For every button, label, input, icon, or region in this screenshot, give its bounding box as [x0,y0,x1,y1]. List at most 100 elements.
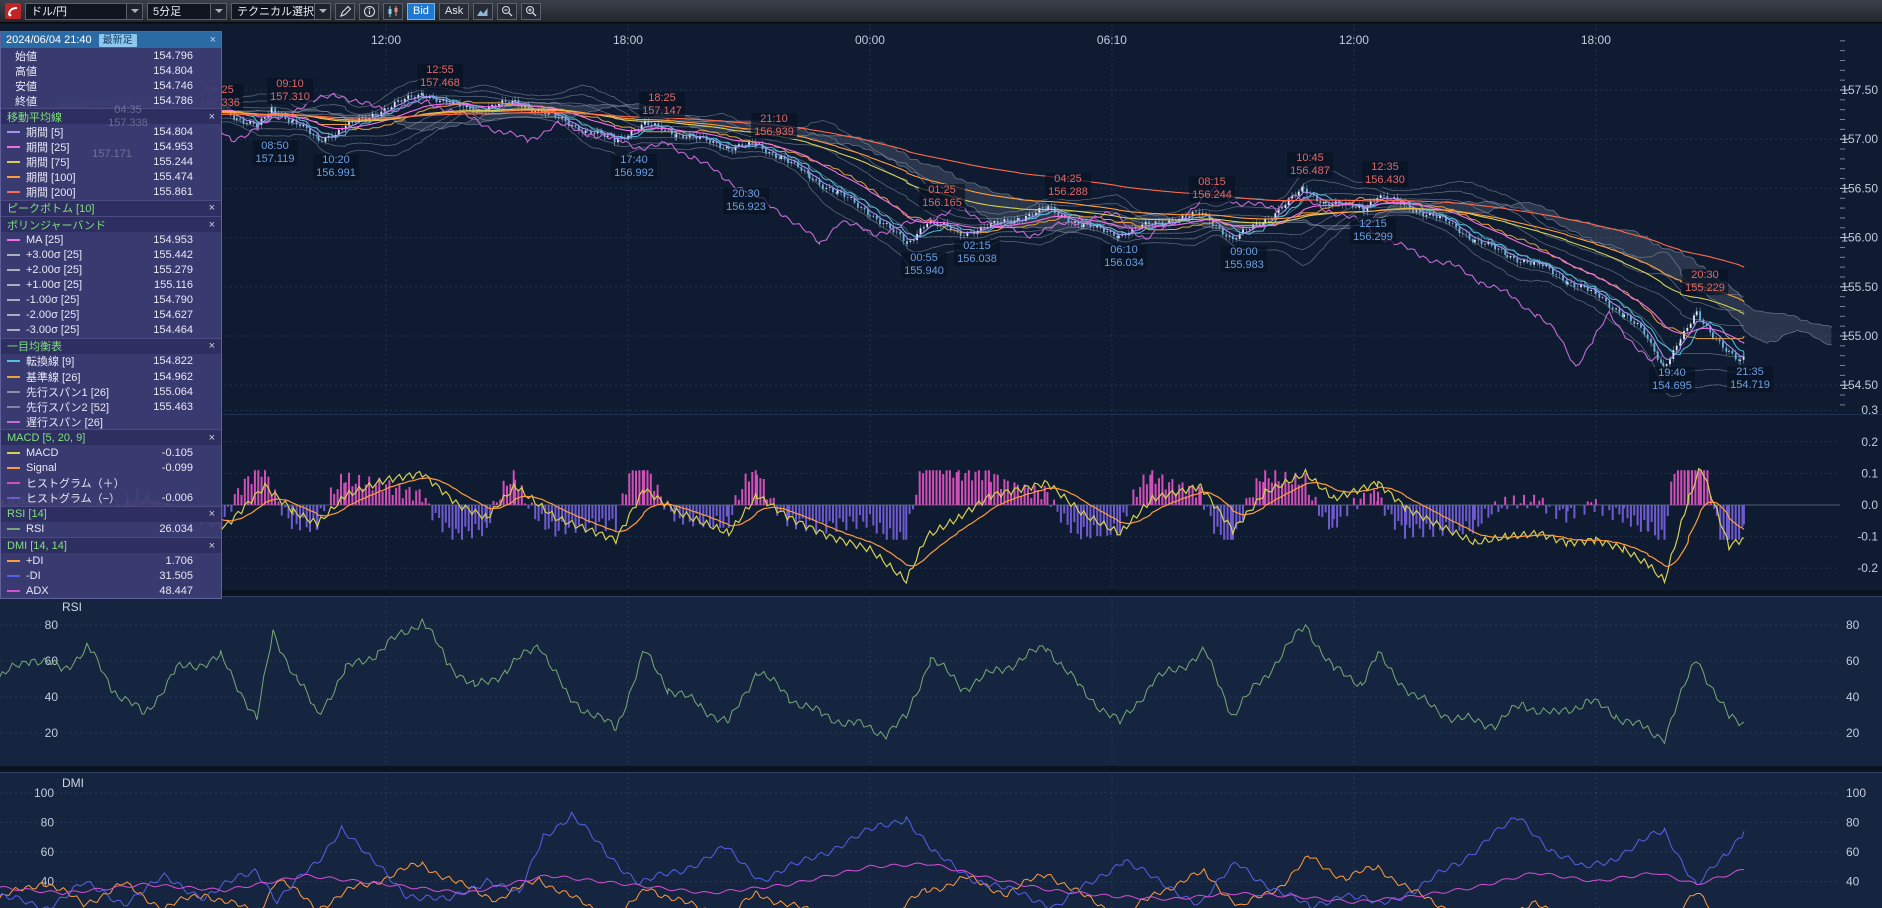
indicator-value: 155.861 [153,186,215,198]
close-indicator-button[interactable]: × [203,202,215,214]
color-swatch [7,391,20,393]
indicator-value: -0.006 [162,492,215,504]
indicator-value: 155.244 [153,156,215,168]
chart-canvas[interactable]: 12:0018:0000:0006:1012:0018:00157.50157.… [0,0,1882,908]
indicator-row: ヒストグラム（＋） [1,476,221,491]
indicator-label: 期間 [5] [26,124,63,140]
dmi-axis-label: 80 [41,816,55,830]
dmi-axis-label: 100 [34,786,54,800]
close-indicator-button[interactable]: × [203,508,215,520]
indicator-section-header: ボリンジャーバンド× [1,216,221,232]
bid-button[interactable]: Bid [407,3,435,20]
indicator-value: 155.474 [153,171,215,183]
color-swatch [7,421,20,423]
indicator-value: -0.105 [162,447,215,459]
chart-type-button[interactable] [383,3,403,20]
indicator-row: +2.00σ [25] 155.279 [1,262,221,277]
color-swatch [7,406,20,408]
info-button[interactable] [359,3,379,20]
zoom-out-icon [501,5,514,18]
indicator-row: ヒストグラム（−） -0.006 [1,491,221,506]
color-swatch [7,131,20,133]
rsi-axis-label: 80 [1846,618,1860,632]
zoom-out-button[interactable] [497,3,517,20]
indicator-value: 154.953 [153,234,215,246]
chevron-down-icon [314,4,330,19]
indicator-row: +1.00σ [25] 155.116 [1,277,221,292]
color-swatch [7,452,20,454]
indicator-label: 終値 [15,93,37,109]
color-swatch [7,560,20,562]
indicator-label: ヒストグラム（＋） [26,475,125,491]
color-swatch [7,161,20,163]
rsi-axis-label: 20 [1846,726,1860,740]
indicator-value: 31.505 [159,570,215,582]
indicator-row: 先行スパン1 [26]155.064 [1,384,221,399]
indicator-value: 154.953 [153,141,215,153]
indicator-label: 先行スパン2 [52] [26,399,109,415]
timeframe-label: 5分足 [148,3,210,19]
color-swatch [7,497,20,499]
indicator-row: +DI1.706 [1,553,221,568]
time-axis-label: 18:00 [1581,33,1611,47]
close-indicator-button[interactable]: × [203,111,215,123]
indicator-label: 高値 [15,63,37,79]
indicator-label: -DI [26,570,41,582]
indicator-label: 安値 [15,78,37,94]
indicator-label: 先行スパン1 [26] [26,384,109,400]
rsi-axis-label: 80 [45,618,59,632]
color-swatch [7,482,20,484]
indicator-label: ヒストグラム（−） [26,490,120,506]
color-swatch [7,360,20,362]
indicator-value: 26.034 [159,523,215,535]
price-axis-label: 156.50 [1841,181,1878,195]
indicator-section-title: 一目均衡表 [7,338,62,354]
color-swatch [7,528,20,530]
indicator-label: +2.00σ [25] [26,264,82,276]
close-indicator-button[interactable]: × [203,340,215,352]
indicator-section-header: MACD [5, 20, 9]× [1,429,221,445]
indicator-section-title: ピークボトム [10] [7,200,94,216]
timeframe-select[interactable]: 5分足 [147,3,227,20]
indicator-row: 始値154.796 [1,48,221,63]
indicator-section-title: DMI [14, 14] [7,540,67,552]
info-icon [363,5,376,18]
indicator-value: 155.116 [154,279,215,291]
indicator-section-header: RSI [14]× [1,506,221,522]
indicator-row: ADX48.447 [1,583,221,598]
price-axis-label: 157.00 [1841,132,1878,146]
color-swatch [7,269,20,271]
indicator-row: -DI 31.505 [1,568,221,583]
indicator-label: +1.00σ [25] [26,279,82,291]
price-axis-label: 154.50 [1841,378,1878,392]
indicator-label: MACD [26,447,58,459]
indicator-label: RSI [26,523,44,535]
close-panel-button[interactable]: × [204,34,216,46]
indicator-row: 先行スパン2 [52]155.463 [1,399,221,414]
indicator-row: 転換線 [9]154.822 [1,354,221,369]
indicator-value: 48.447 [159,585,215,597]
indicator-row: 期間 [75]155.244 [1,155,221,170]
indicator-row: 基準線 [26]154.962 [1,369,221,384]
technical-label: テクニカル選択 [232,3,314,19]
technical-select-button[interactable]: テクニカル選択 [231,3,331,20]
close-indicator-button[interactable]: × [203,432,215,444]
close-indicator-button[interactable]: × [203,540,215,552]
ask-button[interactable]: Ask [439,3,469,20]
indicator-row: RSI 26.034 [1,522,221,537]
indicator-value: 155.279 [153,264,215,276]
close-indicator-button[interactable]: × [203,219,215,231]
macd-axis-label: -0.1 [1857,530,1878,544]
color-swatch [7,329,20,331]
indicator-label: 遅行スパン [26] [26,414,103,430]
latest-bar-badge: 最新足 [99,34,137,47]
indicator-value: 154.822 [153,355,215,367]
pair-select[interactable]: ドル/円 [25,3,143,20]
color-swatch [7,239,20,241]
chart-style-button[interactable] [473,3,493,20]
indicator-section-header: ピークボトム [10] × [1,200,221,216]
draw-tool-button[interactable] [335,3,355,20]
color-swatch [7,176,20,178]
dmi-axis-label: 60 [1846,845,1860,859]
zoom-in-button[interactable] [521,3,541,20]
